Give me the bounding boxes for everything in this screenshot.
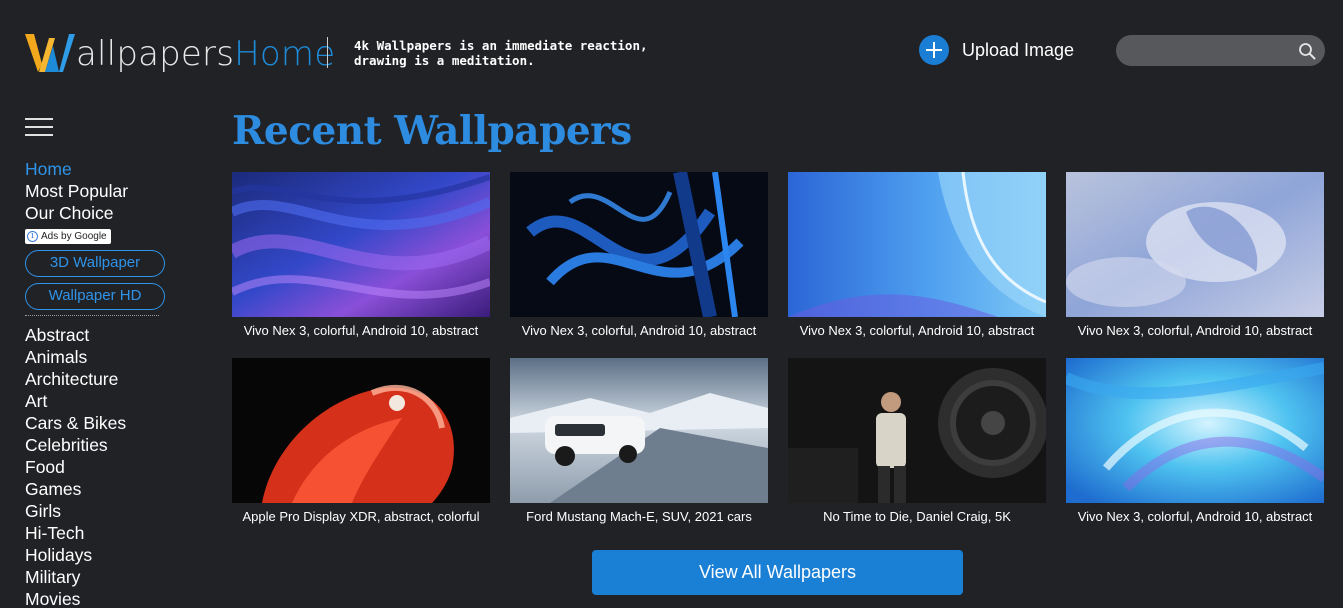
category-cars-bikes[interactable]: Cars & Bikes	[25, 412, 200, 434]
menu-icon[interactable]	[25, 118, 53, 138]
wallpaper-card[interactable]: Apple Pro Display XDR, abstract, colorfu…	[232, 358, 490, 525]
nav-home[interactable]: Home	[25, 158, 200, 180]
category-abstract[interactable]: Abstract	[25, 324, 200, 346]
logo-text: allpapersHome	[76, 34, 335, 74]
wallpaper-thumbnail[interactable]	[232, 172, 490, 317]
view-all-wallpapers-button[interactable]: View All Wallpapers	[592, 550, 963, 595]
category-military[interactable]: Military	[25, 566, 200, 588]
category-hi-tech[interactable]: Hi-Tech	[25, 522, 200, 544]
wallpaper-card[interactable]: Vivo Nex 3, colorful, Android 10, abstra…	[510, 172, 768, 339]
tagline-line-1: 4k Wallpapers is an immediate reaction,	[354, 38, 648, 53]
search-box	[1116, 35, 1325, 66]
nav-most-popular[interactable]: Most Popular	[25, 180, 200, 202]
wallpaper-thumbnail[interactable]	[510, 172, 768, 317]
wallpaper-card[interactable]: No Time to Die, Daniel Craig, 5K	[788, 358, 1046, 525]
category-art[interactable]: Art	[25, 390, 200, 412]
logo-text-home: Home	[234, 34, 336, 74]
category-girls[interactable]: Girls	[25, 500, 200, 522]
page-title: Recent Wallpapers	[232, 108, 632, 154]
wallpaper-caption[interactable]: Vivo Nex 3, colorful, Android 10, abstra…	[232, 323, 490, 339]
ads-label: Ads by Google	[41, 231, 107, 242]
category-architecture[interactable]: Architecture	[25, 368, 200, 390]
ads-by-google-badge[interactable]: i Ads by Google	[25, 229, 111, 244]
wallpaper-caption[interactable]: Vivo Nex 3, colorful, Android 10, abstra…	[1066, 323, 1324, 339]
pill-wallpaper-hd[interactable]: Wallpaper HD	[25, 283, 165, 310]
wallpaper-caption[interactable]: Vivo Nex 3, colorful, Android 10, abstra…	[510, 323, 768, 339]
wallpaper-card[interactable]: Vivo Nex 3, colorful, Android 10, abstra…	[232, 172, 490, 339]
wallpaper-thumbnail[interactable]	[510, 358, 768, 503]
nav-our-choice[interactable]: Our Choice	[25, 202, 200, 224]
category-games[interactable]: Games	[25, 478, 200, 500]
sidebar-divider	[25, 315, 159, 316]
logo-w-icon	[25, 34, 75, 72]
wallpaper-thumbnail[interactable]	[1066, 172, 1324, 317]
wallpaper-card[interactable]: Vivo Nex 3, colorful, Android 10, abstra…	[788, 172, 1046, 339]
pill-3d-wallpaper[interactable]: 3D Wallpaper	[25, 250, 165, 277]
site-header: allpapersHome 4k Wallpapers is an immedi…	[0, 0, 1343, 100]
wallpaper-caption[interactable]: Vivo Nex 3, colorful, Android 10, abstra…	[1066, 509, 1324, 525]
category-movies[interactable]: Movies	[25, 588, 200, 608]
tagline-line-2: drawing is a meditation.	[354, 53, 535, 68]
wallpaper-thumbnail[interactable]	[1066, 358, 1324, 503]
sidebar: Home Most Popular Our Choice i Ads by Go…	[25, 112, 200, 608]
wallpaper-card[interactable]: Vivo Nex 3, colorful, Android 10, abstra…	[1066, 172, 1324, 339]
upload-image-button[interactable]: Upload Image	[919, 35, 1074, 65]
wallpaper-thumbnail[interactable]	[232, 358, 490, 503]
site-logo[interactable]: allpapersHome	[25, 28, 335, 74]
wallpaper-caption[interactable]: No Time to Die, Daniel Craig, 5K	[788, 509, 1046, 525]
logo-text-wallpapers: allpapers	[76, 34, 235, 74]
category-food[interactable]: Food	[25, 456, 200, 478]
info-icon: i	[27, 231, 38, 242]
plus-icon	[919, 35, 949, 65]
upload-image-label: Upload Image	[962, 39, 1075, 60]
wallpaper-caption[interactable]: Ford Mustang Mach-E, SUV, 2021 cars	[510, 509, 768, 525]
category-celebrities[interactable]: Celebrities	[25, 434, 200, 456]
category-animals[interactable]: Animals	[25, 346, 200, 368]
category-holidays[interactable]: Holidays	[25, 544, 200, 566]
search-input[interactable]	[1128, 40, 1293, 61]
wallpaper-caption[interactable]: Vivo Nex 3, colorful, Android 10, abstra…	[788, 323, 1046, 339]
search-icon[interactable]	[1298, 42, 1316, 60]
wallpaper-card[interactable]: Vivo Nex 3, colorful, Android 10, abstra…	[1066, 358, 1324, 525]
wallpaper-thumbnail[interactable]	[788, 172, 1046, 317]
wallpaper-caption[interactable]: Apple Pro Display XDR, abstract, colorfu…	[232, 509, 490, 525]
site-tagline: 4k Wallpapers is an immediate reaction, …	[354, 38, 654, 68]
wallpaper-card[interactable]: Ford Mustang Mach-E, SUV, 2021 cars	[510, 358, 768, 525]
wallpaper-thumbnail[interactable]	[788, 358, 1046, 503]
header-divider	[327, 37, 328, 68]
